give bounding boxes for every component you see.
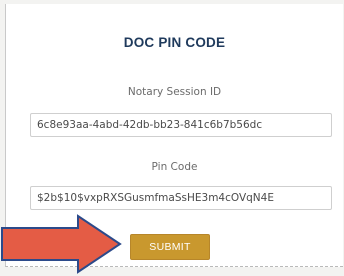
page-title: DOC PIN CODE — [123, 35, 226, 50]
pin-code-input[interactable]: $2b$10$vxpRXSGusmfmaSsHE3m4cOVqN4E — [30, 186, 332, 210]
notary-session-id-input[interactable]: 6c8e93aa-4abd-42db-bb23-841c6b7b56dc — [30, 113, 332, 137]
pin-code-label: Pin Code — [151, 161, 198, 173]
submit-button[interactable]: SUBMIT — [130, 234, 210, 260]
notary-session-id-label: Notary Session ID — [127, 86, 222, 98]
arrow-right-icon — [1, 214, 122, 274]
